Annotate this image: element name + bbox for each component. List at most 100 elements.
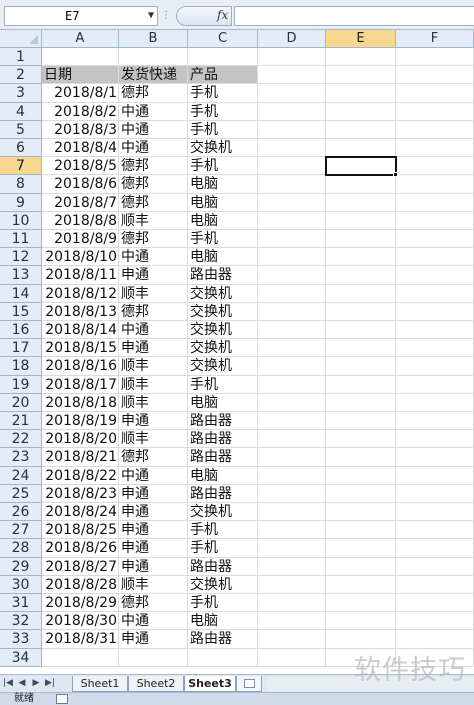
sheet-tab-sheet3[interactable]: Sheet3 [184,676,236,692]
row-header-32[interactable]: 32 [0,612,42,631]
empty-cell[interactable] [258,211,326,230]
empty-cell[interactable] [326,503,396,522]
column-header-f[interactable]: F [396,30,474,48]
empty-cell[interactable] [326,48,396,67]
empty-cell[interactable] [396,393,474,412]
row-header-28[interactable]: 28 [0,539,42,558]
table-cell[interactable]: 手机 [188,230,258,249]
row-header-16[interactable]: 16 [0,321,42,340]
empty-cell[interactable] [258,521,326,540]
empty-cell[interactable] [396,630,474,649]
table-cell[interactable]: 中通 [119,102,188,121]
empty-cell[interactable] [326,448,396,467]
table-cell[interactable]: 交换机 [188,575,258,594]
empty-cell[interactable] [188,648,258,667]
empty-cell[interactable] [326,630,396,649]
table-cell[interactable]: 手机 [188,521,258,540]
table-cell[interactable]: 手机 [188,375,258,394]
row-header-27[interactable]: 27 [0,521,42,540]
select-all-corner[interactable] [0,30,42,48]
table-cell[interactable]: 2018/8/13 [42,302,119,321]
empty-cell[interactable] [258,157,326,176]
table-cell[interactable]: 2018/8/28 [42,575,119,594]
empty-cell[interactable] [42,648,119,667]
row-header-21[interactable]: 21 [0,412,42,431]
table-cell[interactable]: 交换机 [188,139,258,158]
table-cell[interactable]: 手机 [188,539,258,558]
row-header-31[interactable]: 31 [0,594,42,613]
table-cell[interactable]: 2018/8/24 [42,503,119,522]
row-header-23[interactable]: 23 [0,448,42,467]
table-cell[interactable]: 德邦 [119,157,188,176]
empty-cell[interactable] [396,503,474,522]
row-header-20[interactable]: 20 [0,393,42,412]
empty-cell[interactable] [326,284,396,303]
empty-cell[interactable] [258,84,326,103]
table-cell[interactable]: 路由器 [188,412,258,431]
empty-cell[interactable] [396,430,474,449]
table-cell[interactable]: 2018/8/3 [42,120,119,139]
table-cell[interactable]: 申通 [119,539,188,558]
empty-cell[interactable] [326,84,396,103]
empty-cell[interactable] [396,230,474,249]
table-cell[interactable]: 顺丰 [119,430,188,449]
empty-cell[interactable] [326,430,396,449]
table-cell[interactable]: 手机 [188,102,258,121]
empty-cell[interactable] [396,575,474,594]
empty-cell[interactable] [396,284,474,303]
row-header-22[interactable]: 22 [0,430,42,449]
table-cell[interactable]: 申通 [119,266,188,285]
table-cell[interactable]: 申通 [119,630,188,649]
empty-cell[interactable] [396,211,474,230]
table-cell[interactable]: 2018/8/5 [42,157,119,176]
row-header-18[interactable]: 18 [0,357,42,376]
table-cell[interactable]: 2018/8/4 [42,139,119,158]
table-cell[interactable]: 2018/8/25 [42,521,119,540]
row-header-6[interactable]: 6 [0,139,42,158]
empty-cell[interactable] [326,248,396,267]
active-cell-outline[interactable] [325,156,397,177]
table-header-cell[interactable]: 发货快递 [119,66,188,85]
empty-cell[interactable] [258,102,326,121]
empty-cell[interactable] [396,321,474,340]
empty-cell[interactable] [258,539,326,558]
empty-cell[interactable] [396,594,474,613]
sheet-tab-sheet2[interactable]: Sheet2 [128,676,184,692]
empty-cell[interactable] [326,66,396,85]
empty-cell[interactable] [326,230,396,249]
empty-cell[interactable] [258,594,326,613]
empty-cell[interactable] [326,321,396,340]
empty-cell[interactable] [258,193,326,212]
empty-cell[interactable] [396,175,474,194]
empty-cell[interactable] [396,557,474,576]
table-cell[interactable]: 顺丰 [119,393,188,412]
row-header-10[interactable]: 10 [0,211,42,230]
empty-cell[interactable] [258,357,326,376]
table-cell[interactable]: 2018/8/27 [42,557,119,576]
empty-cell[interactable] [326,102,396,121]
row-header-33[interactable]: 33 [0,630,42,649]
table-cell[interactable]: 德邦 [119,193,188,212]
table-cell[interactable]: 电脑 [188,466,258,485]
table-cell[interactable]: 申通 [119,412,188,431]
empty-cell[interactable] [258,648,326,667]
row-header-26[interactable]: 26 [0,503,42,522]
table-cell[interactable]: 电脑 [188,393,258,412]
empty-cell[interactable] [326,466,396,485]
table-cell[interactable]: 德邦 [119,302,188,321]
empty-cell[interactable] [396,484,474,503]
row-header-34[interactable]: 34 [0,648,42,667]
table-cell[interactable]: 中通 [119,321,188,340]
empty-cell[interactable] [396,48,474,67]
empty-cell[interactable] [396,120,474,139]
table-cell[interactable]: 2018/8/8 [42,211,119,230]
empty-cell[interactable] [42,48,119,67]
empty-cell[interactable] [326,193,396,212]
table-cell[interactable]: 2018/8/21 [42,448,119,467]
empty-cell[interactable] [258,412,326,431]
table-cell[interactable]: 中通 [119,120,188,139]
table-cell[interactable]: 2018/8/6 [42,175,119,194]
table-cell[interactable]: 2018/8/7 [42,193,119,212]
empty-cell[interactable] [326,139,396,158]
empty-cell[interactable] [258,302,326,321]
